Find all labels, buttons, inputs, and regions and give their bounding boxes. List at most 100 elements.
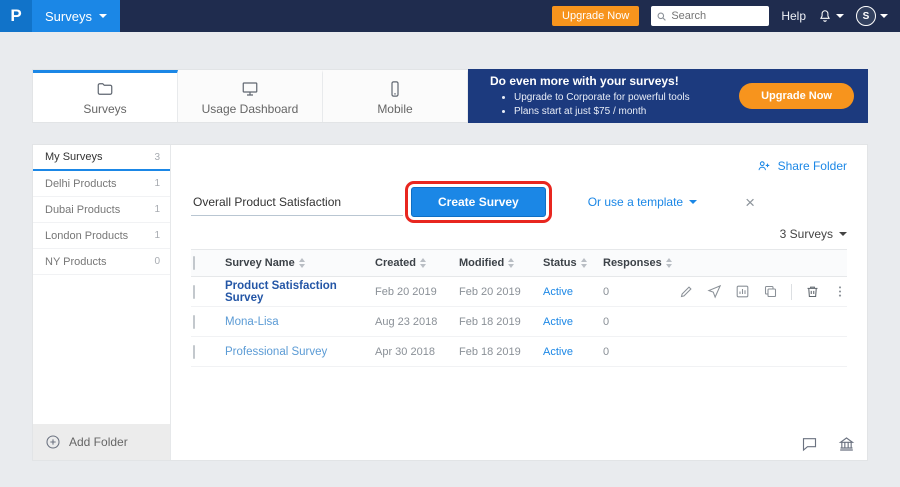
copy-icon[interactable] xyxy=(763,284,778,299)
topbar: P Surveys Upgrade Now Help S xyxy=(0,0,900,32)
sidebar-item-my-surveys[interactable]: My Surveys 3 xyxy=(33,145,170,171)
folder-count: 3 xyxy=(154,152,160,163)
column-header-survey-name[interactable]: Survey Name xyxy=(225,257,375,269)
table-row: Product Satisfaction Survey Feb 20 2019 … xyxy=(191,277,847,307)
product-menu-surveys[interactable]: Surveys xyxy=(32,0,120,32)
create-survey-row: Create Survey Or use a template × xyxy=(191,181,847,223)
table-row: Mona-Lisa Aug 23 2018 Feb 18 2019 Active… xyxy=(191,307,847,337)
chevron-down-icon xyxy=(880,14,888,18)
column-header-created[interactable]: Created xyxy=(375,257,459,269)
created-cell: Aug 23 2018 xyxy=(375,316,459,328)
share-folder-label: Share Folder xyxy=(778,159,847,173)
edit-pencil-icon[interactable] xyxy=(679,284,694,299)
person-plus-icon xyxy=(756,159,772,173)
search-icon xyxy=(656,11,667,22)
annotation-highlight-ring: Create Survey xyxy=(405,181,552,223)
sort-icon[interactable] xyxy=(420,258,426,268)
column-header-responses[interactable]: Responses xyxy=(603,257,679,269)
send-icon[interactable] xyxy=(707,284,722,299)
modified-cell: Feb 18 2019 xyxy=(459,316,543,328)
row-checkbox[interactable] xyxy=(193,285,195,299)
share-folder-button[interactable]: Share Folder xyxy=(756,159,847,173)
analytics-icon[interactable] xyxy=(735,284,750,299)
topbar-right: Upgrade Now Help S xyxy=(552,6,900,26)
global-search[interactable] xyxy=(651,6,769,26)
survey-name-link[interactable]: Mona-Lisa xyxy=(225,316,279,328)
header-label: Responses xyxy=(603,257,662,269)
count-row: 3 Surveys xyxy=(191,227,847,241)
header-label: Modified xyxy=(459,257,504,269)
tabs-row: Surveys Usage Dashboard Mobile Do even m… xyxy=(32,69,868,123)
upgrade-now-button[interactable]: Upgrade Now xyxy=(552,6,639,26)
promo-banner: Do even more with your surveys! Upgrade … xyxy=(468,69,868,123)
trash-icon[interactable] xyxy=(805,284,820,299)
product-menu-label: Surveys xyxy=(45,9,92,24)
dashboard-icon xyxy=(240,80,260,98)
survey-name-link[interactable]: Product Satisfaction Survey xyxy=(225,280,337,304)
folder-label: NY Products xyxy=(45,256,107,268)
promo-upgrade-button[interactable]: Upgrade Now xyxy=(739,83,854,109)
created-cell: Apr 30 2018 xyxy=(375,346,459,358)
status-badge: Active xyxy=(543,286,603,298)
chevron-down-icon xyxy=(839,232,847,236)
help-link[interactable]: Help xyxy=(781,9,806,23)
sidebar-item-delhi-products[interactable]: Delhi Products 1 xyxy=(33,171,170,197)
status-badge: Active xyxy=(543,346,603,358)
use-template-link[interactable]: Or use a template xyxy=(588,195,697,209)
bank-icon[interactable] xyxy=(838,436,855,452)
promo-bullet: Upgrade to Corporate for powerful tools xyxy=(514,91,739,105)
add-folder-label: Add Folder xyxy=(69,435,128,449)
promo-text: Do even more with your surveys! Upgrade … xyxy=(490,74,739,118)
account-menu[interactable]: S xyxy=(856,6,888,26)
tab-mobile[interactable]: Mobile xyxy=(323,70,468,122)
modified-cell: Feb 20 2019 xyxy=(459,286,543,298)
sidebar-item-dubai-products[interactable]: Dubai Products 1 xyxy=(33,197,170,223)
share-row: Share Folder xyxy=(191,145,847,173)
add-folder-button[interactable]: Add Folder xyxy=(33,424,170,460)
row-checkbox[interactable] xyxy=(193,345,195,359)
search-input[interactable] xyxy=(671,10,761,22)
close-icon[interactable]: × xyxy=(745,194,755,211)
survey-name-link[interactable]: Professional Survey xyxy=(225,346,327,358)
more-kebab-icon[interactable] xyxy=(833,284,847,299)
create-survey-button[interactable]: Create Survey xyxy=(411,187,546,217)
sort-icon[interactable] xyxy=(299,258,305,268)
column-header-status[interactable]: Status xyxy=(543,257,603,269)
sidebar-item-ny-products[interactable]: NY Products 0 xyxy=(33,249,170,275)
table-header-row: Survey Name Created Modified Status Resp… xyxy=(191,249,847,277)
app-logo[interactable]: P xyxy=(0,0,32,32)
sort-icon[interactable] xyxy=(508,258,514,268)
table-row: Professional Survey Apr 30 2018 Feb 18 2… xyxy=(191,337,847,367)
promo-bullet: Plans start at just $75 / month xyxy=(514,105,739,119)
tab-strip: Surveys Usage Dashboard Mobile xyxy=(32,69,468,123)
status-badge: Active xyxy=(543,316,603,328)
select-all-checkbox[interactable] xyxy=(193,256,195,270)
tab-usage-dashboard[interactable]: Usage Dashboard xyxy=(178,70,323,122)
tab-label: Surveys xyxy=(83,102,126,116)
created-cell: Feb 20 2019 xyxy=(375,286,459,298)
feedback-chat-icon[interactable] xyxy=(801,436,818,452)
responses-cell: 0 xyxy=(603,286,679,298)
folder-label: My Surveys xyxy=(45,151,102,163)
survey-name-input[interactable] xyxy=(191,189,403,216)
sidebar-item-london-products[interactable]: London Products 1 xyxy=(33,223,170,249)
header-label: Survey Name xyxy=(225,257,295,269)
row-checkbox[interactable] xyxy=(193,315,195,329)
folder-icon xyxy=(95,80,115,98)
main-panel: Share Folder Create Survey Or use a temp… xyxy=(171,145,867,460)
divider xyxy=(791,284,792,300)
survey-count-label: 3 Surveys xyxy=(780,227,833,241)
folder-label: Dubai Products xyxy=(45,204,120,216)
folder-count: 0 xyxy=(154,256,160,267)
notifications-menu[interactable] xyxy=(818,9,844,23)
row-actions xyxy=(679,284,847,300)
tab-surveys[interactable]: Surveys xyxy=(33,70,178,122)
column-header-modified[interactable]: Modified xyxy=(459,257,543,269)
header-label: Created xyxy=(375,257,416,269)
chevron-down-icon xyxy=(836,14,844,18)
sort-icon[interactable] xyxy=(666,258,672,268)
folder-count: 1 xyxy=(154,204,160,215)
responses-cell: 0 xyxy=(603,316,679,328)
survey-count-dropdown[interactable]: 3 Surveys xyxy=(780,227,847,241)
sort-icon[interactable] xyxy=(581,258,587,268)
